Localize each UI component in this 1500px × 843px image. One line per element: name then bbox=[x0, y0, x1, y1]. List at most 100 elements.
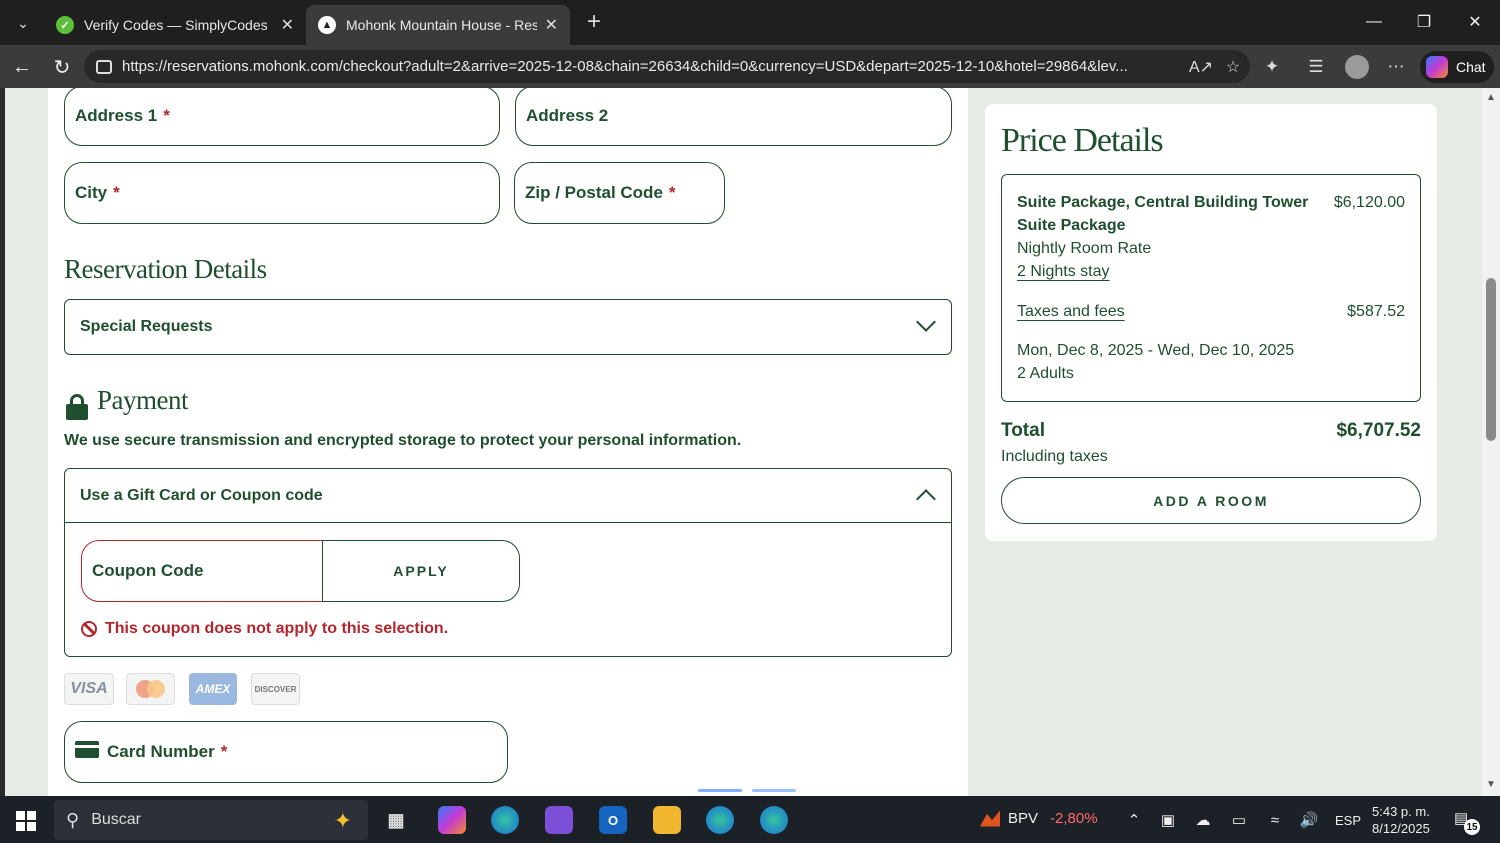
total-label: Total bbox=[1001, 420, 1045, 441]
reservation-details-title: Reservation Details bbox=[64, 254, 267, 284]
clock-time: 5:43 p. m. bbox=[1372, 804, 1430, 819]
read-aloud-icon[interactable]: A↗ bbox=[1189, 56, 1213, 78]
package-price: $6,120.00 bbox=[1333, 194, 1405, 211]
special-requests-header[interactable]: Special Requests bbox=[65, 300, 951, 354]
edge-active-icon[interactable] bbox=[760, 806, 788, 834]
city-label: City bbox=[75, 183, 108, 202]
required-marker: * bbox=[668, 183, 676, 202]
address2-field[interactable]: Address 2 bbox=[515, 88, 952, 146]
price-breakdown: Suite Package, Central Building Tower Su… bbox=[1001, 174, 1421, 402]
stock-chart-icon bbox=[980, 810, 1000, 827]
taxes-fees-link[interactable]: Taxes and fees bbox=[1017, 303, 1125, 321]
url-text[interactable]: https://reservations.mohonk.com/checkout… bbox=[122, 58, 1172, 75]
onedrive-cloud-icon[interactable]: ☁ bbox=[1192, 809, 1214, 831]
close-window-icon[interactable]: ✕ bbox=[1455, 8, 1495, 36]
profile-avatar[interactable] bbox=[1345, 55, 1369, 79]
refresh-icon[interactable]: ↻ bbox=[48, 53, 76, 81]
visa-logo: VISA bbox=[64, 673, 114, 705]
checkout-form: Address 1 * Address 2 City * Zip / Posta… bbox=[48, 88, 968, 796]
stock-widget[interactable]: BPV -2,80% bbox=[980, 810, 1098, 827]
coupon-error-text: This coupon does not apply to this selec… bbox=[105, 620, 449, 637]
add-room-button[interactable]: ADD A ROOM bbox=[1001, 477, 1421, 524]
required-marker: * bbox=[220, 742, 228, 761]
coupon-error-message: This coupon does not apply to this selec… bbox=[81, 620, 448, 638]
card-number-field[interactable]: Card Number * bbox=[64, 721, 508, 783]
city-field[interactable]: City * bbox=[64, 162, 500, 224]
edge-icon[interactable] bbox=[491, 806, 519, 834]
stay-dates: Mon, Dec 8, 2025 - Wed, Dec 10, 2025 bbox=[1017, 342, 1295, 359]
copilot-app-icon[interactable] bbox=[438, 806, 466, 834]
windows-taskbar: ⚲ Buscar ✦ ▦ O BPV -2,80% ⌃ ▣ ☁ ▭ ≈ 🔊 ES… bbox=[0, 796, 1500, 843]
address-bar[interactable]: https://reservations.mohonk.com/checkout… bbox=[84, 50, 1250, 83]
close-icon[interactable]: ✕ bbox=[545, 15, 558, 35]
scroll-up-arrow-icon[interactable]: ▲ bbox=[1485, 93, 1497, 103]
close-icon[interactable]: ✕ bbox=[281, 15, 294, 35]
sparkle-icon: ✦ bbox=[333, 808, 352, 833]
extensions-puzzle-icon[interactable]: ✦ bbox=[1260, 55, 1284, 79]
taskbar-active-indicator bbox=[752, 789, 796, 792]
guest-count: 2 Adults bbox=[1017, 365, 1074, 382]
lock-icon[interactable] bbox=[96, 59, 112, 74]
gift-card-header[interactable]: Use a Gift Card or Coupon code bbox=[65, 469, 951, 523]
simplycodes-icon: ✓ bbox=[56, 16, 74, 34]
address1-field[interactable]: Address 1 * bbox=[64, 88, 500, 146]
mastercard-logo bbox=[126, 673, 175, 705]
zip-field[interactable]: Zip / Postal Code * bbox=[514, 162, 725, 224]
zip-label: Zip / Postal Code bbox=[525, 183, 663, 202]
special-requests-accordion[interactable]: Special Requests bbox=[64, 299, 952, 355]
required-marker: * bbox=[163, 106, 170, 125]
battery-icon[interactable]: ▭ bbox=[1228, 809, 1250, 831]
language-indicator[interactable]: ESP bbox=[1335, 813, 1361, 828]
nights-stay-link[interactable]: 2 Nights stay bbox=[1017, 263, 1109, 281]
total-value: $6,707.52 bbox=[1336, 420, 1421, 441]
clock[interactable]: 5:43 p. m. 8/12/2025 bbox=[1372, 803, 1430, 837]
outlook-icon[interactable]: O bbox=[599, 806, 627, 834]
card-number-label: Card Number bbox=[107, 742, 215, 761]
back-arrow-icon[interactable]: ← bbox=[8, 53, 36, 81]
search-icon: ⚲ bbox=[66, 809, 80, 830]
favorites-list-icon[interactable]: ☰ bbox=[1304, 55, 1328, 79]
file-explorer-icon[interactable] bbox=[653, 806, 681, 834]
tab-mohonk[interactable]: ▲ Mohonk Mountain House - Reserv ✕ bbox=[306, 5, 570, 45]
volume-icon[interactable]: 🔊 bbox=[1298, 809, 1320, 831]
copilot-icon bbox=[1426, 56, 1448, 78]
coupon-code-input[interactable]: Coupon Code bbox=[81, 540, 323, 602]
stock-symbol: BPV bbox=[1008, 810, 1039, 827]
more-options-icon[interactable]: ⋯ bbox=[1384, 55, 1408, 79]
scroll-thumb[interactable] bbox=[1486, 278, 1496, 441]
credit-card-icon bbox=[75, 740, 99, 758]
new-tab-plus-icon[interactable]: + bbox=[580, 8, 608, 36]
special-requests-label: Special Requests bbox=[80, 318, 213, 335]
chevron-up-icon[interactable] bbox=[916, 489, 936, 509]
scroll-down-arrow-icon[interactable]: ▼ bbox=[1485, 780, 1497, 790]
apply-coupon-button[interactable]: APPLY bbox=[322, 540, 520, 602]
copilot-chat-button[interactable]: Chat bbox=[1420, 51, 1494, 83]
clock-date: 8/12/2025 bbox=[1372, 821, 1430, 836]
wifi-icon[interactable]: ≈ bbox=[1264, 809, 1286, 831]
address2-label: Address 2 bbox=[526, 106, 609, 125]
tab-actions-chevron-icon[interactable]: ⌄ bbox=[8, 8, 38, 38]
window-edge bbox=[0, 88, 5, 796]
price-details-panel: Price Details Suite Package, Central Bui… bbox=[985, 104, 1437, 541]
chevron-up-icon[interactable]: ⌃ bbox=[1123, 809, 1145, 831]
taskbar-search[interactable]: ⚲ Buscar ✦ bbox=[54, 800, 368, 840]
tab-simplycodes[interactable]: ✓ Verify Codes — SimplyCodes ✕ bbox=[44, 5, 306, 45]
favorite-star-icon[interactable]: ☆ bbox=[1222, 56, 1244, 78]
chevron-down-icon[interactable] bbox=[916, 312, 936, 332]
coupon-placeholder: Coupon Code bbox=[92, 561, 204, 580]
page-scrollbar[interactable]: ▲ ▼ bbox=[1482, 88, 1500, 796]
notification-icon[interactable]: ▤ 15 bbox=[1454, 809, 1480, 835]
edge-profile-icon[interactable] bbox=[706, 806, 734, 834]
taxes-value: $587.52 bbox=[1347, 303, 1405, 320]
minimize-icon[interactable]: — bbox=[1354, 8, 1394, 36]
task-view-icon[interactable]: ▦ bbox=[382, 806, 410, 834]
notification-badge: 15 bbox=[1464, 819, 1480, 835]
clipchamp-icon[interactable] bbox=[545, 806, 573, 834]
browser-toolbar: ← ↻ https://reservations.mohonk.com/chec… bbox=[0, 45, 1500, 88]
tab-title: Verify Codes — SimplyCodes bbox=[84, 17, 268, 33]
meet-icon[interactable]: ▣ bbox=[1157, 809, 1179, 831]
windows-start-icon[interactable] bbox=[16, 811, 36, 831]
restore-icon[interactable]: ❐ bbox=[1404, 8, 1444, 36]
chat-label: Chat bbox=[1456, 59, 1486, 75]
gift-card-accordion: Use a Gift Card or Coupon code Coupon Co… bbox=[64, 468, 952, 657]
